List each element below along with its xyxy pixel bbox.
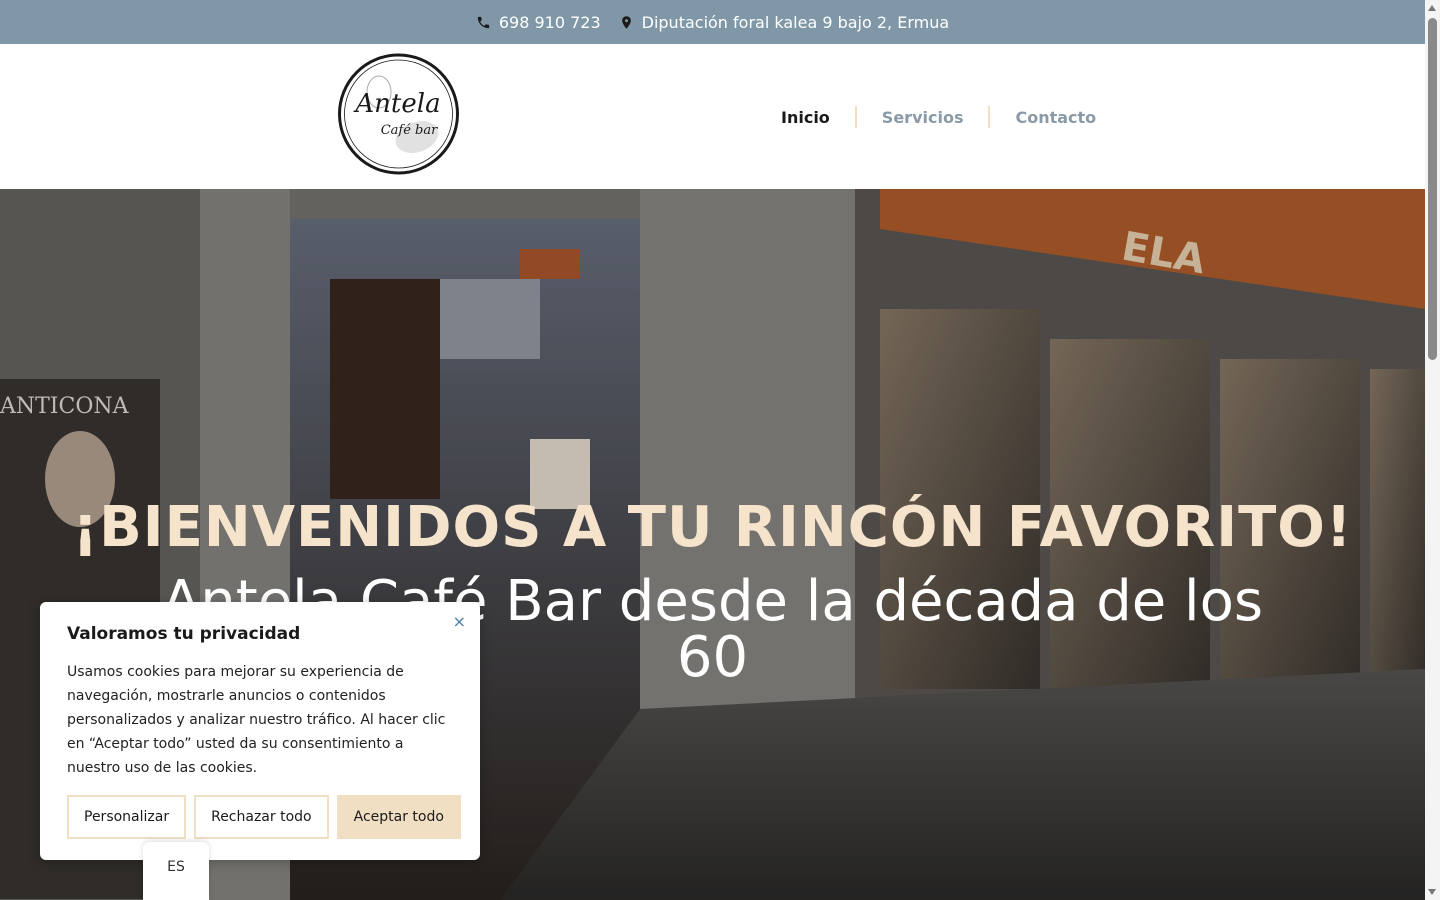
cookie-title: Valoramos tu privacidad (67, 624, 301, 644)
accept-all-button[interactable]: Aceptar todo (336, 795, 461, 839)
page-scrollbar[interactable] (1425, 0, 1440, 900)
nav-item-contacto[interactable]: Contacto (1015, 108, 1096, 127)
phone-info[interactable]: 698 910 723 (476, 13, 601, 32)
main-nav: Inicio Servicios Contacto (781, 106, 1096, 128)
address-info[interactable]: Diputación foral kalea 9 bajo 2, Ermua (619, 13, 950, 32)
scroll-up-icon[interactable] (1428, 5, 1436, 11)
nav-separator (988, 106, 991, 128)
nav-separator (854, 106, 857, 128)
cookie-buttons: Personalizar Rechazar todo Aceptar todo (67, 795, 461, 839)
logo-text-sub: Café bar (381, 123, 438, 138)
cookie-consent-dialog: × Valoramos tu privacidad Usamos cookies… (40, 602, 480, 860)
address-text[interactable]: Diputación foral kalea 9 bajo 2, Ermua (642, 13, 950, 32)
close-icon[interactable]: × (453, 612, 466, 631)
nav-item-inicio[interactable]: Inicio (781, 108, 830, 127)
cookie-body: Usamos cookies para mejorar su experienc… (67, 664, 446, 776)
nav-item-servicios[interactable]: Servicios (882, 108, 964, 127)
scroll-down-icon[interactable] (1428, 889, 1436, 895)
hero-title: ¡BIENVENIDOS A TU RINCÓN FAVORITO! (72, 495, 1353, 560)
scrollbar-thumb[interactable] (1428, 18, 1437, 360)
top-info-bar: 698 910 723 Diputación foral kalea 9 baj… (0, 0, 1425, 44)
logo[interactable]: Antela Café bar (337, 52, 460, 176)
site-header: Antela Café bar Inicio Servicios Contact… (0, 44, 1425, 189)
logo-text-main: Antela (353, 89, 440, 119)
reject-all-button[interactable]: Rechazar todo (194, 795, 329, 839)
language-switcher[interactable]: ES (143, 842, 209, 900)
phone-icon (477, 16, 489, 28)
phone-number[interactable]: 698 910 723 (499, 13, 601, 32)
map-pin-icon (621, 15, 631, 29)
customize-button[interactable]: Personalizar (67, 795, 187, 839)
